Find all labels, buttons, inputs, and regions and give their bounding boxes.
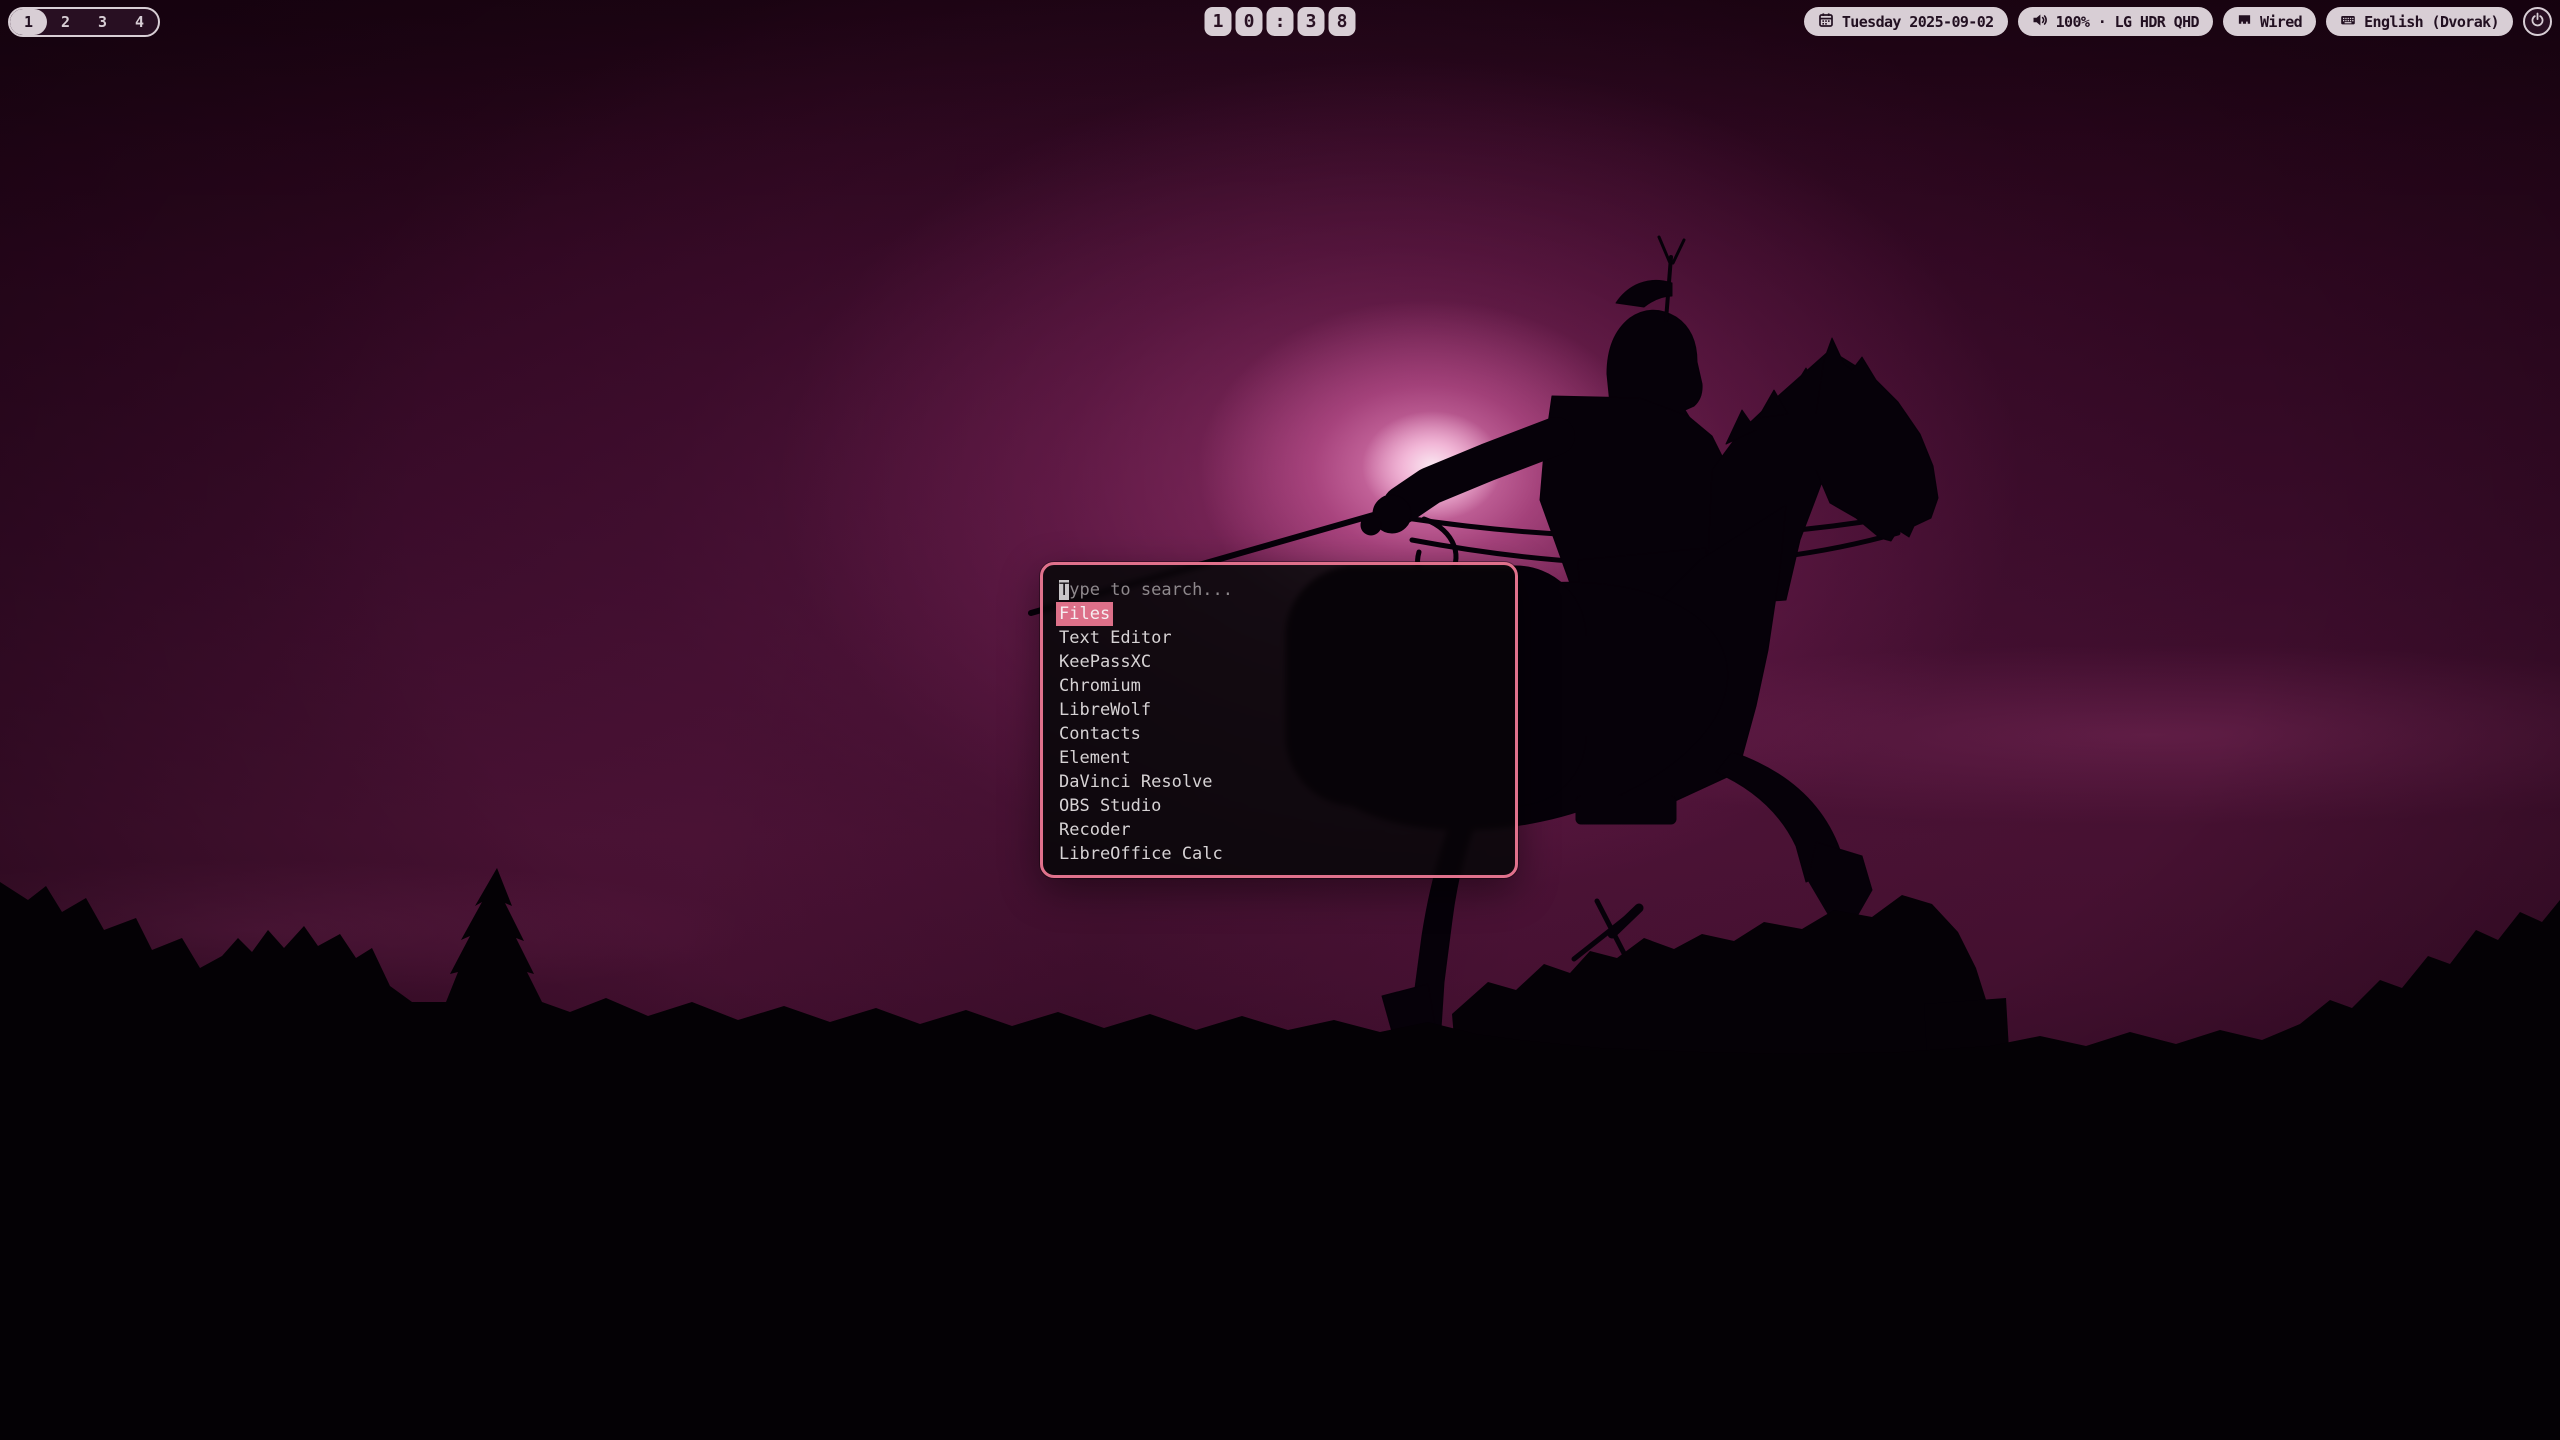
- horse-head-silhouette: [1816, 338, 1938, 541]
- keyboard-icon: [2340, 12, 2356, 32]
- launcher-item-contacts[interactable]: Contacts: [1059, 722, 1499, 746]
- workspace-4[interactable]: 4: [121, 9, 158, 35]
- selected-item-highlight: Files: [1056, 602, 1113, 626]
- workspace-2[interactable]: 2: [47, 9, 84, 35]
- ethernet-icon: [2237, 12, 2252, 31]
- clock-widget: 1 0 : 3 8: [1205, 7, 1356, 36]
- workspace-1[interactable]: 1: [10, 9, 47, 35]
- desktop: 1 2 3 4 1 0 : 3 8 Tuesday 2025-09-02: [0, 0, 2560, 1440]
- speaker-icon: [2032, 12, 2048, 32]
- launcher-item-chromium[interactable]: Chromium: [1059, 674, 1499, 698]
- text-cursor: T: [1059, 580, 1069, 600]
- power-button[interactable]: [2523, 7, 2552, 36]
- top-bar: 1 2 3 4 1 0 : 3 8 Tuesday 2025-09-02: [0, 0, 2560, 44]
- launcher-item-files[interactable]: Files: [1059, 602, 1499, 626]
- treeline-silhouette: [0, 868, 2560, 1440]
- keyboard-layout-label: English (Dvorak): [2364, 13, 2499, 31]
- calendar-icon: [1818, 12, 1834, 32]
- clock-tile: :: [1267, 7, 1294, 36]
- clock-tile: 1: [1205, 7, 1232, 36]
- launcher-item-text-editor[interactable]: Text Editor: [1059, 626, 1499, 650]
- launcher-item-recoder[interactable]: Recoder: [1059, 818, 1499, 842]
- power-icon: [2530, 12, 2545, 31]
- launcher-item-keepassxc[interactable]: KeePassXC: [1059, 650, 1499, 674]
- launcher-item-librewolf[interactable]: LibreWolf: [1059, 698, 1499, 722]
- workspace-switcher[interactable]: 1 2 3 4: [8, 7, 160, 37]
- search-placeholder: ype to search...: [1069, 580, 1233, 600]
- app-launcher-dialog: Type to search... Files Text Editor KeeP…: [1040, 562, 1518, 878]
- launcher-item-davinci-resolve[interactable]: DaVinci Resolve: [1059, 770, 1499, 794]
- launcher-item-obs-studio[interactable]: OBS Studio: [1059, 794, 1499, 818]
- date-pill[interactable]: Tuesday 2025-09-02: [1804, 7, 2008, 36]
- network-label: Wired: [2260, 13, 2302, 31]
- search-input[interactable]: Type to search...: [1059, 578, 1499, 602]
- keyboard-layout-pill[interactable]: English (Dvorak): [2326, 7, 2513, 36]
- clock-tile: 3: [1298, 7, 1325, 36]
- workspace-3[interactable]: 3: [84, 9, 121, 35]
- network-pill[interactable]: Wired: [2223, 7, 2316, 36]
- clock-tile: 8: [1329, 7, 1356, 36]
- clock-tile: 0: [1236, 7, 1263, 36]
- volume-pill[interactable]: 100% · LG HDR QHD: [2018, 7, 2213, 36]
- status-area: Tuesday 2025-09-02 100% · LG HDR QHD Wir…: [1804, 7, 2552, 36]
- launcher-item-element[interactable]: Element: [1059, 746, 1499, 770]
- date-label: Tuesday 2025-09-02: [1842, 13, 1994, 31]
- volume-label: 100% · LG HDR QHD: [2056, 13, 2199, 31]
- launcher-item-libreoffice-calc[interactable]: LibreOffice Calc: [1059, 842, 1499, 866]
